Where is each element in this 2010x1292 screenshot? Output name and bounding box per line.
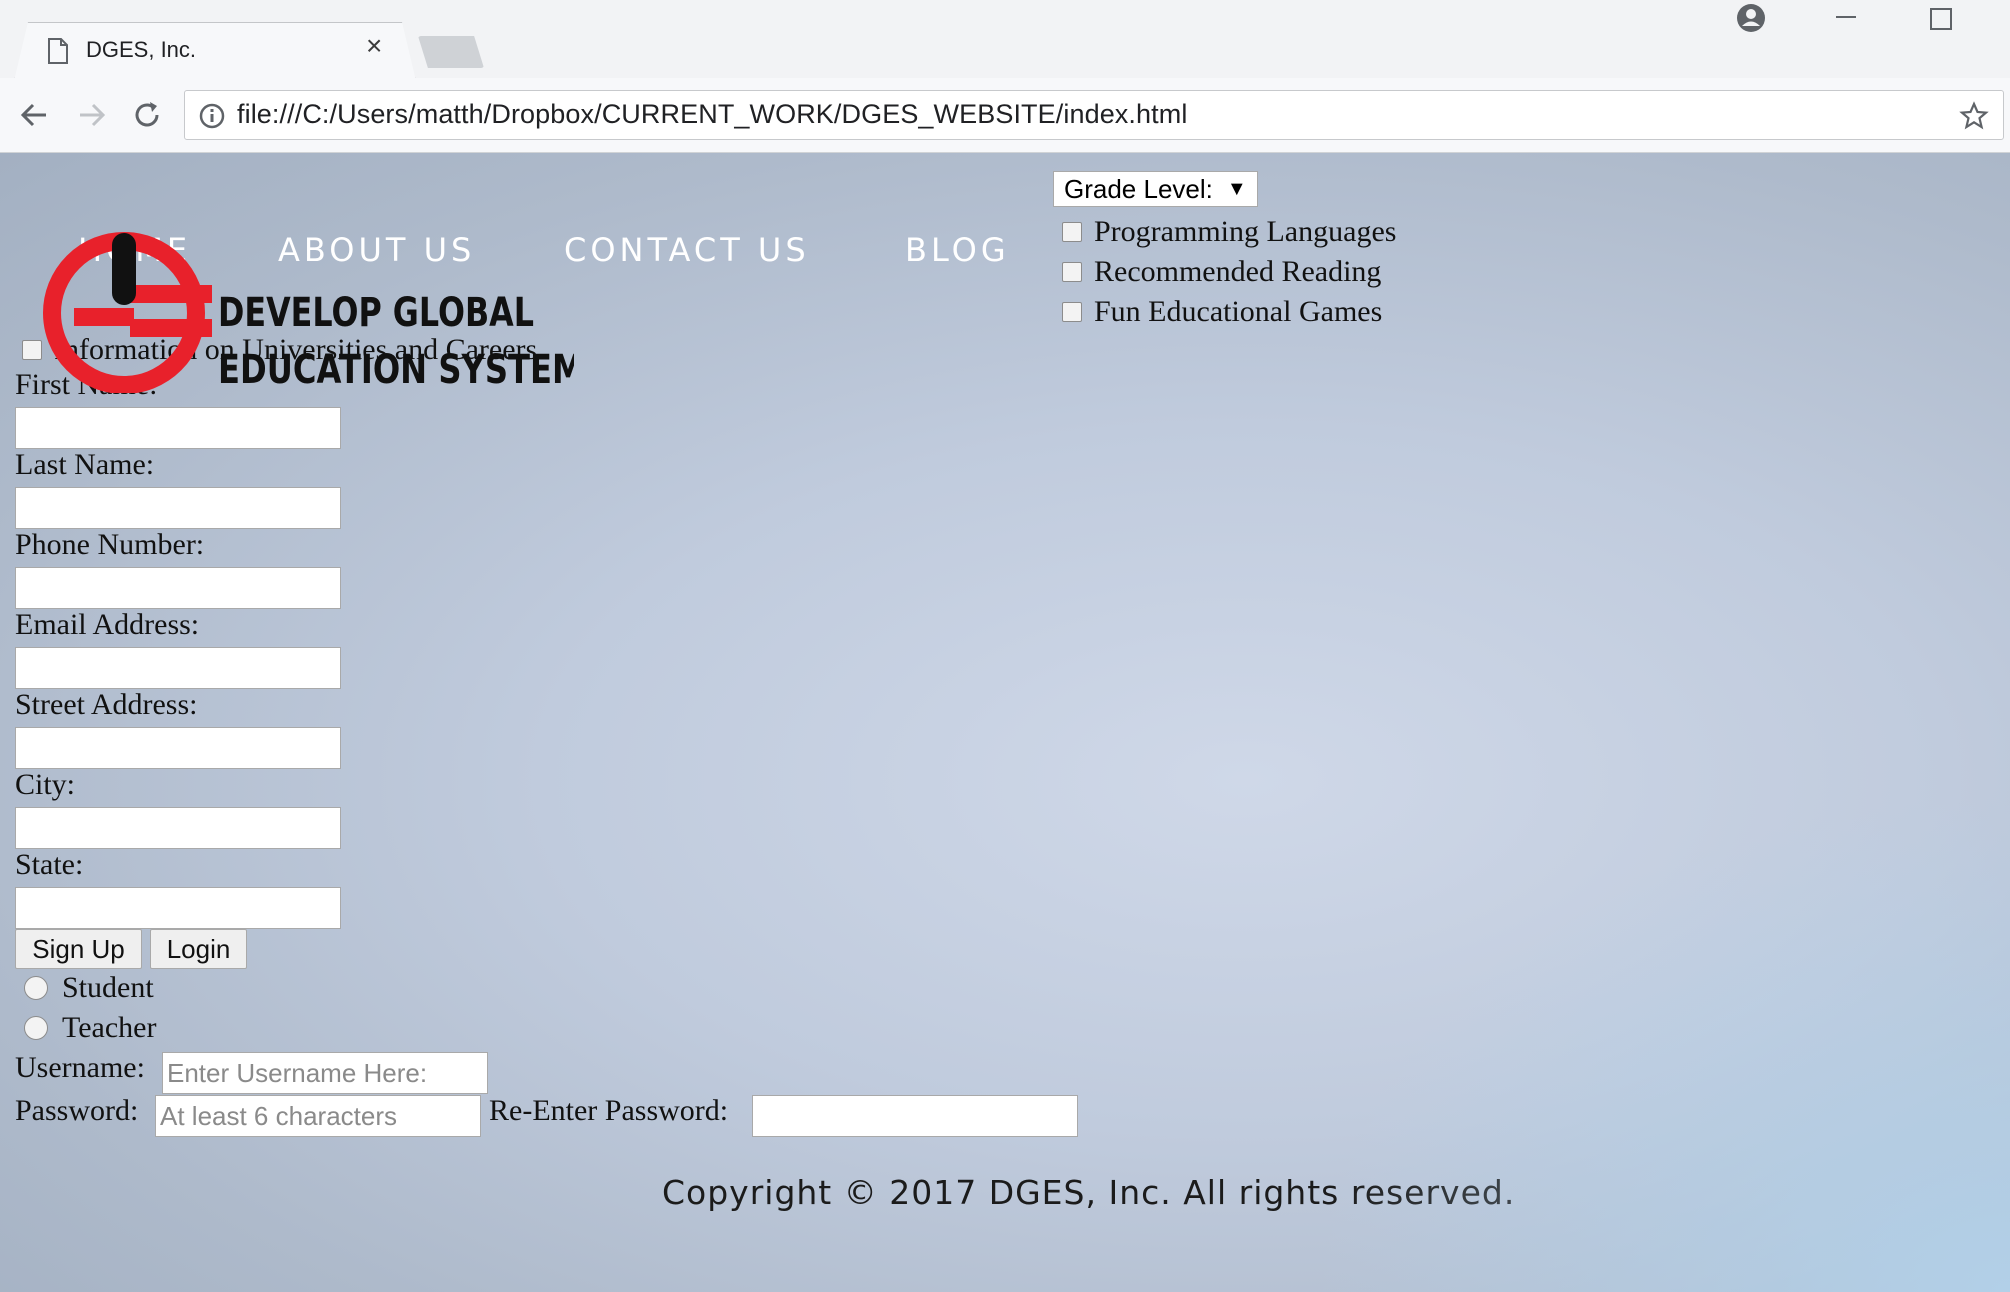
radio-button[interactable]	[24, 976, 48, 1000]
grade-level-select[interactable]: Grade Level: ▼	[1053, 171, 1258, 207]
street-label: Street Address:	[15, 688, 198, 721]
radio-button[interactable]	[24, 1016, 48, 1040]
interest-label: Programming Languages	[1094, 215, 1397, 248]
address-bar[interactable]: file:///C:/Users/matth/Dropbox/CURRENT_W…	[184, 90, 2004, 140]
tab-title: DGES, Inc.	[86, 37, 197, 62]
browser-titlebar: DGES, Inc. ×	[0, 0, 2010, 78]
interest-label: Fun Educational Games	[1094, 295, 1383, 328]
dges-logo: DEVELOP GLOBAL EDUCATION SYSTEM	[34, 193, 584, 398]
profile-icon[interactable]	[1735, 2, 1767, 34]
minimize-icon[interactable]	[1836, 16, 1856, 18]
close-tab-icon[interactable]: ×	[366, 32, 382, 60]
username-input[interactable]: Enter Username Here:	[162, 1052, 488, 1094]
last-name-input[interactable]	[15, 487, 341, 529]
city-label: City:	[15, 768, 76, 801]
first-name-input[interactable]	[15, 407, 341, 449]
dropdown-arrow-icon: ▼	[1226, 177, 1247, 200]
grade-level-value: Grade Level:	[1064, 173, 1213, 204]
reenter-password-input[interactable]	[752, 1095, 1078, 1137]
interest-reading[interactable]: Recommended Reading	[1062, 255, 1381, 289]
interest-programming[interactable]: Programming Languages	[1062, 215, 1396, 249]
state-label: State:	[15, 848, 84, 881]
email-input[interactable]	[15, 647, 341, 689]
copyright-text: Copyright © 2017 DGES, Inc. All rights r…	[662, 1173, 1516, 1212]
last-name-label: Last Name:	[15, 448, 155, 481]
phone-label: Phone Number:	[15, 528, 205, 561]
checkbox[interactable]	[1062, 302, 1082, 322]
role-label: Teacher	[62, 1011, 157, 1044]
bookmark-star-icon[interactable]	[1959, 101, 1989, 131]
interest-label: Recommended Reading	[1094, 255, 1382, 288]
document-icon	[48, 38, 68, 64]
role-label: Student	[62, 971, 154, 1004]
back-icon[interactable]	[16, 96, 54, 134]
interest-games[interactable]: Fun Educational Games	[1062, 295, 1382, 329]
state-input[interactable]	[15, 887, 341, 929]
new-tab-button[interactable]	[418, 36, 484, 68]
role-student[interactable]: Student	[24, 971, 154, 1005]
checkbox[interactable]	[1062, 262, 1082, 282]
reenter-password-label: Re-Enter Password:	[489, 1094, 729, 1127]
browser-tab-content: DGES, Inc. ×	[14, 22, 414, 80]
maximize-icon[interactable]	[1930, 8, 1952, 30]
sign-up-button[interactable]: Sign Up	[15, 929, 142, 969]
password-input[interactable]: At least 6 characters	[155, 1095, 481, 1137]
street-input[interactable]	[15, 727, 341, 769]
role-teacher[interactable]: Teacher	[24, 1011, 156, 1045]
info-icon[interactable]	[199, 103, 225, 129]
forward-icon[interactable]	[72, 96, 110, 134]
phone-input[interactable]	[15, 567, 341, 609]
login-button[interactable]: Login	[150, 929, 247, 969]
browser-toolbar: file:///C:/Users/matth/Dropbox/CURRENT_W…	[0, 78, 2010, 153]
email-label: Email Address:	[15, 608, 200, 641]
nav-contact-us[interactable]: CONTACT US	[564, 231, 810, 269]
city-input[interactable]	[15, 807, 341, 849]
password-label: Password:	[15, 1094, 139, 1127]
reload-icon[interactable]	[128, 96, 166, 134]
page-viewport: HOME ABOUT US CONTACT US BLOG Informatio…	[0, 153, 2010, 1292]
username-label: Username:	[15, 1051, 145, 1084]
url-text: file:///C:/Users/matth/Dropbox/CURRENT_W…	[237, 99, 1188, 129]
logo-line2: EDUCATION SYSTEM	[218, 347, 574, 393]
checkbox[interactable]	[1062, 222, 1082, 242]
logo-line1: DEVELOP GLOBAL	[218, 290, 534, 336]
nav-blog[interactable]: BLOG	[905, 231, 1010, 269]
